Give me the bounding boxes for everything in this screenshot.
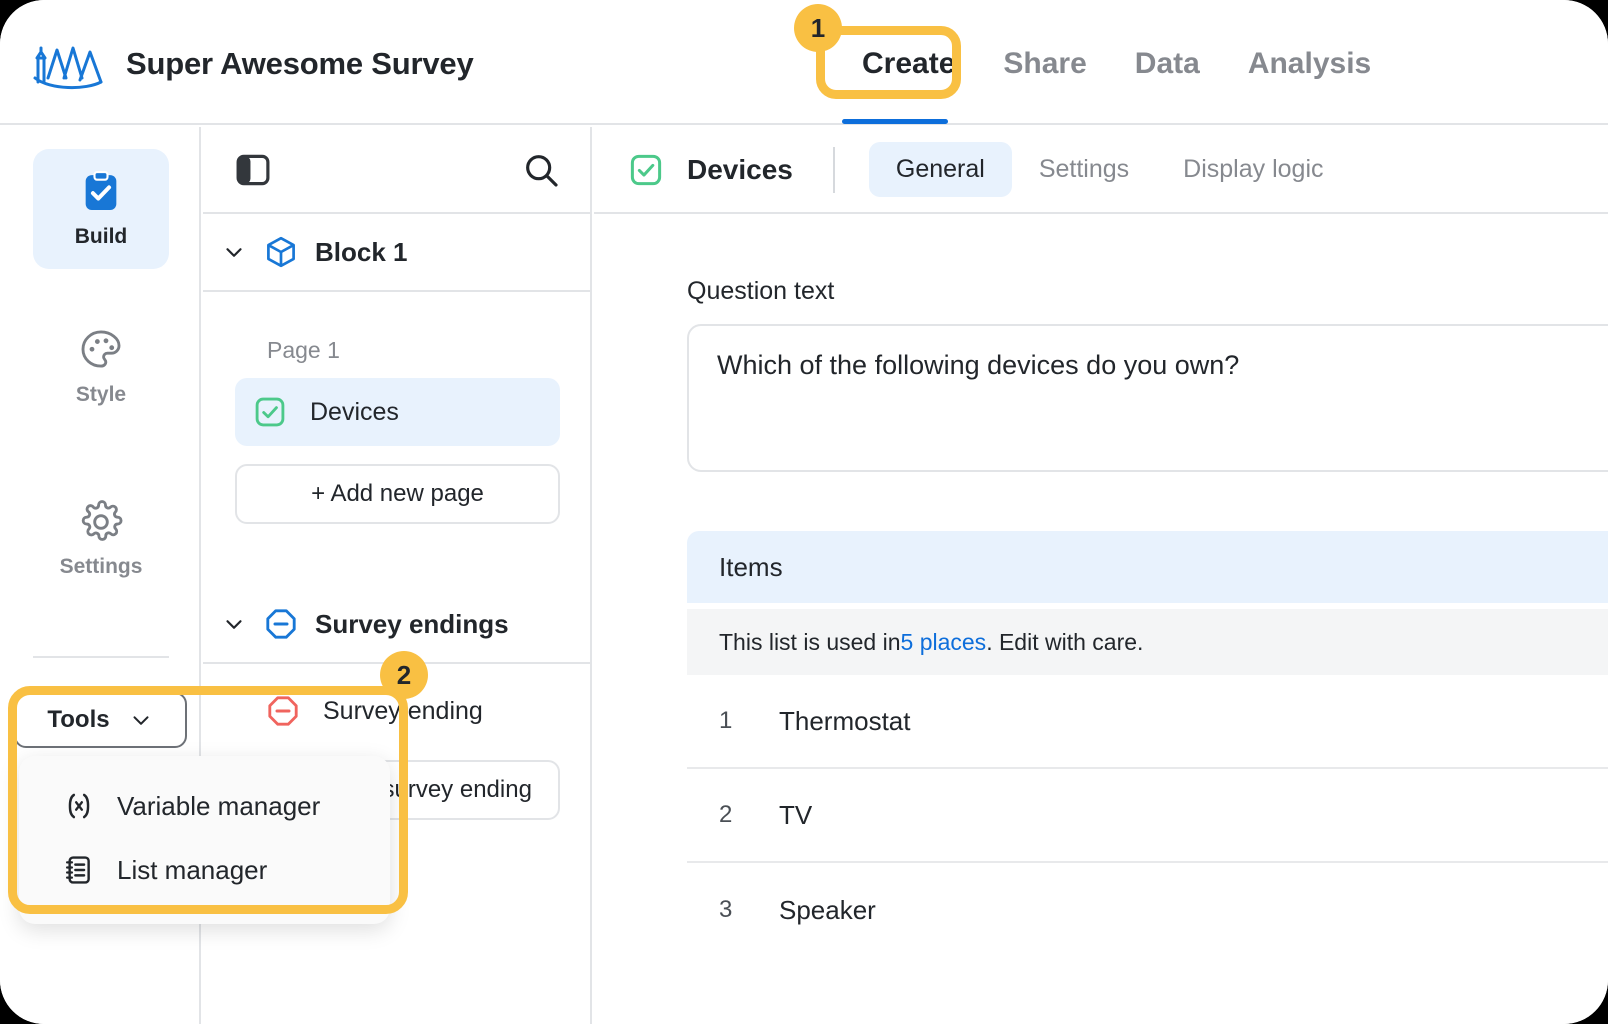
item-number: 3 (719, 896, 733, 923)
stop-octagon-red-icon (268, 696, 298, 726)
rail-divider (33, 656, 169, 658)
list-usage-link[interactable]: 5 places (901, 629, 987, 656)
list-usage-note: This list is used in 5 places. Edit with… (687, 609, 1608, 675)
question-editor-body: Question text Which of the following dev… (594, 214, 1608, 957)
tab-data[interactable]: Data (1111, 44, 1224, 84)
survey-endings-title: Survey endings (315, 608, 509, 639)
table-row[interactable]: 1 Thermostat (687, 675, 1608, 769)
item-text[interactable]: Thermostat (779, 706, 911, 737)
cube-icon (267, 236, 295, 268)
page-label: Page 1 (267, 337, 340, 363)
search-icon[interactable] (521, 150, 561, 190)
checkbox-check-icon (630, 154, 662, 185)
item-text[interactable]: Speaker (779, 895, 876, 926)
variable-brackets-icon (68, 793, 90, 819)
menu-item-variable-manager-label: Variable manager (117, 790, 321, 821)
tools-dropdown-menu: Variable manager List manager (19, 756, 390, 924)
annotation-badge-1: 1 (794, 4, 842, 52)
chevron-down-icon[interactable] (221, 239, 247, 265)
item-text[interactable]: TV (779, 800, 812, 831)
palette-icon (81, 330, 121, 368)
question-text-label: Question text (687, 277, 835, 305)
gear-icon (81, 500, 123, 541)
tools-button[interactable]: Tools (14, 692, 187, 748)
tab-general[interactable]: General (868, 142, 1012, 197)
brand: Super Awesome Survey (32, 38, 474, 90)
structure-panel-header (203, 127, 590, 214)
sidebar-item-build[interactable]: Build (33, 149, 169, 269)
menu-item-list-manager[interactable]: List manager (19, 838, 390, 902)
tools-button-label: Tools (47, 706, 110, 733)
clipboard-check-icon (85, 171, 117, 211)
sidebar-item-style-label: Style (75, 383, 127, 406)
active-tab-underline (842, 119, 948, 124)
list-usage-note-prefix: This list is used in (719, 628, 901, 655)
item-number: 1 (719, 707, 733, 734)
tab-share[interactable]: Share (979, 44, 1110, 84)
chevron-down-icon[interactable] (221, 611, 247, 637)
tab-settings[interactable]: Settings (1012, 142, 1156, 197)
question-editor-title: Devices (687, 153, 793, 185)
question-item-label: Devices (310, 397, 399, 426)
annotation-badge-2: 2 (380, 651, 428, 699)
sidebar-item-style[interactable]: Style (33, 307, 169, 427)
sidebar-item-build-label: Build (74, 225, 128, 248)
items-section-header: Items (687, 531, 1608, 603)
survey-ending-item[interactable]: Survey ending (265, 684, 590, 738)
header-divider (832, 146, 835, 193)
question-editor-header: Devices General Settings Display logic (594, 127, 1608, 214)
question-text-input[interactable]: Which of the following devices do you ow… (687, 324, 1608, 472)
question-item-devices[interactable]: Devices (235, 378, 560, 446)
list-usage-note-suffix: . Edit with care. (986, 628, 1144, 655)
menu-item-list-manager-label: List manager (117, 854, 268, 885)
panel-toggle-icon[interactable] (234, 151, 272, 189)
table-row[interactable]: 2 TV (687, 769, 1608, 863)
app-window: Super Awesome Survey Create Share Data A… (0, 0, 1608, 1024)
mountains-logo-icon (33, 46, 103, 90)
stop-octagon-blue-icon (266, 609, 296, 639)
sidebar-item-settings[interactable]: Settings (33, 479, 169, 599)
survey-ending-item-label: Survey ending (323, 696, 483, 725)
table-row[interactable]: 3 Speaker (687, 863, 1608, 957)
block-row[interactable]: Block 1 (203, 214, 590, 292)
tab-display-logic[interactable]: Display logic (1156, 142, 1350, 197)
tab-create[interactable]: Create (838, 44, 979, 84)
checkbox-check-icon (255, 397, 285, 427)
block-title: Block 1 (315, 236, 408, 267)
page-title: Super Awesome Survey (126, 46, 474, 81)
main-nav: Create Share Data Analysis (838, 44, 1395, 84)
sidebar-item-settings-label: Settings (59, 555, 143, 578)
add-new-page-button[interactable]: + Add new page (235, 464, 560, 524)
tab-analysis[interactable]: Analysis (1224, 44, 1395, 84)
item-number: 2 (719, 801, 733, 828)
question-editor-panel: Devices General Settings Display logic Q… (594, 127, 1608, 1024)
list-document-icon (65, 856, 90, 884)
chevron-down-icon (133, 716, 149, 725)
menu-item-variable-manager[interactable]: Variable manager (19, 774, 390, 838)
